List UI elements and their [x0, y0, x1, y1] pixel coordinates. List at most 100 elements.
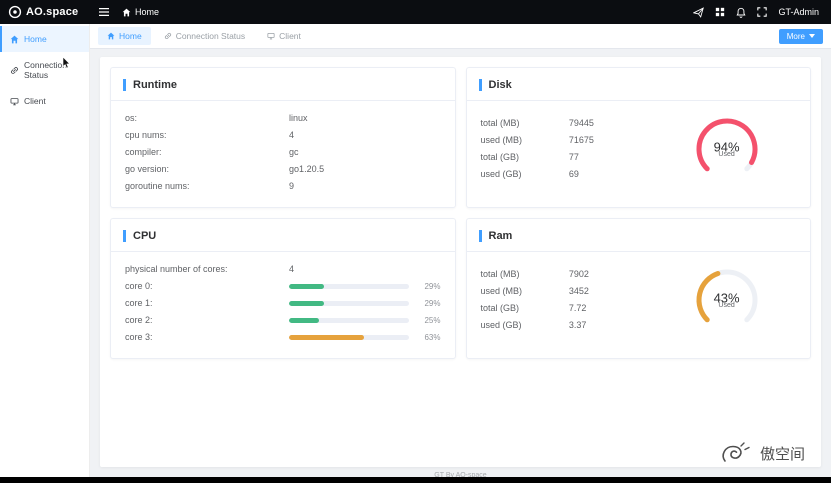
info-row: physical number of cores: 4 [125, 261, 441, 278]
fullscreen-icon[interactable] [757, 7, 768, 17]
ram-usage-gauge: 43% Used [688, 261, 766, 339]
info-row: total (MB) 7902 [481, 266, 658, 283]
link-icon [10, 66, 19, 75]
tab-label: Home [119, 31, 142, 41]
ram-body: total (MB) 7902 used (MB) 3452 total (GB) 7.7… [467, 252, 811, 351]
runtime-card: Runtime os: linux cpu nums: 4 compiler: gc go … [110, 67, 456, 208]
disk-rows: total (MB) 79445 used (MB) 71675 total (GB) 7… [481, 115, 658, 183]
info-row: total (GB) 7.72 [481, 300, 658, 317]
sidebar-item-connection-status[interactable]: Connection Status [0, 52, 89, 88]
info-value: 7.72 [568, 303, 587, 313]
tab-connection-status[interactable]: Connection Status [155, 27, 254, 45]
progress-track [289, 284, 409, 289]
info-label: total (GB) [480, 152, 520, 162]
sidebar: Home Connection Status Client [0, 24, 90, 483]
progress-fill [289, 335, 365, 340]
bell-icon[interactable] [736, 7, 746, 18]
info-label: used (GB) [480, 169, 522, 179]
info-value: 3.37 [568, 320, 587, 330]
progress-percent: 63% [424, 333, 441, 342]
info-label: total (MB) [480, 269, 520, 279]
info-label: compiler: [125, 147, 162, 157]
info-row: go version: go1.20.5 [125, 161, 441, 178]
user-menu[interactable]: GT-Admin [778, 7, 819, 17]
info-value: 77 [568, 152, 579, 162]
hamburger-menu-icon[interactable] [98, 7, 110, 17]
info-row: goroutine nums: 9 [125, 178, 441, 195]
logo-text: AO.space [26, 6, 79, 18]
card-header: Runtime [111, 68, 455, 101]
info-value: 4 [289, 264, 295, 274]
monitor-icon [267, 32, 275, 40]
info-row: used (MB) 71675 [481, 132, 658, 149]
home-icon [107, 32, 115, 40]
info-row: used (GB) 3.37 [481, 317, 658, 334]
info-value: 7902 [568, 269, 589, 279]
home-icon [10, 35, 19, 44]
cpu-core-label: core 1: [125, 298, 153, 308]
sidebar-item-home[interactable]: Home [0, 26, 89, 52]
gauge-label: Used [718, 302, 735, 310]
info-row: total (GB) 77 [481, 149, 658, 166]
info-row: used (MB) 3452 [481, 283, 658, 300]
info-value: 79445 [568, 118, 594, 128]
info-label: cpu nums: [125, 130, 167, 140]
topbar-actions: GT-Admin [693, 6, 831, 18]
tab-client[interactable]: Client [258, 27, 310, 45]
info-label: goroutine nums: [125, 181, 190, 191]
disk-card: Disk total (MB) 79445 used (MB) 71675 total … [465, 67, 811, 208]
info-value: 4 [289, 130, 295, 140]
monitor-icon [10, 97, 19, 106]
grid-icon[interactable] [715, 7, 725, 17]
watermark-text: 傲空间 [759, 446, 805, 463]
progress-fill [289, 318, 319, 323]
send-icon[interactable] [693, 6, 705, 18]
tab-home[interactable]: Home [98, 27, 151, 45]
main-content: Runtime os: linux cpu nums: 4 compiler: gc go … [90, 49, 831, 483]
progress-track [289, 335, 409, 340]
progress-fill [289, 284, 324, 289]
info-label: used (GB) [480, 320, 522, 330]
info-label: os: [125, 113, 138, 123]
ram-card: Ram total (MB) 7902 used (MB) 3452 total (GB… [465, 218, 811, 359]
sidebar-item-label: Home [24, 34, 47, 44]
progress-track [289, 301, 409, 306]
watermark: 傲空间 [719, 440, 805, 467]
card-title: Disk [478, 79, 512, 91]
card-title: Runtime [123, 79, 177, 91]
progress-track [289, 318, 409, 323]
topbar: AO.space Home GT-Admin [0, 0, 831, 24]
info-label: go version: [125, 164, 170, 174]
ram-gauge-area: 43% Used [657, 261, 796, 339]
info-value: go1.20.5 [289, 164, 325, 174]
tab-bar: Home Connection Status Client More [90, 24, 831, 49]
card-title: CPU [123, 230, 157, 242]
sidebar-item-client[interactable]: Client [0, 88, 89, 114]
tab-label: Client [279, 31, 301, 41]
content-area: Home Connection Status Client More Runti… [90, 24, 831, 483]
link-icon [164, 32, 172, 40]
disk-body: total (MB) 79445 used (MB) 71675 total (GB) 7… [467, 101, 811, 200]
info-value: 69 [568, 169, 579, 179]
breadcrumb[interactable]: Home [122, 7, 159, 17]
logo-icon [8, 5, 22, 19]
cpu-core-row: core 2: 25% [125, 312, 441, 329]
progress-fill [289, 301, 324, 306]
info-value: 71675 [568, 135, 594, 145]
more-button[interactable]: More [778, 28, 823, 44]
cpu-core-row: core 1: 29% [125, 295, 441, 312]
bottom-black-strip [0, 477, 831, 483]
info-label: total (MB) [480, 118, 520, 128]
progress-percent: 25% [424, 316, 441, 325]
cpu-static-rows: physical number of cores: 4 [125, 261, 441, 278]
home-icon [122, 8, 131, 17]
card-title: Ram [478, 230, 513, 242]
cpu-core-label: core 3: [125, 332, 153, 342]
info-row: used (GB) 69 [481, 166, 658, 183]
card-grid: Runtime os: linux cpu nums: 4 compiler: gc go … [110, 67, 811, 359]
ram-rows: total (MB) 7902 used (MB) 3452 total (GB) 7.7… [481, 266, 658, 334]
info-row: total (MB) 79445 [481, 115, 658, 132]
disk-usage-gauge: 94% Used [688, 110, 766, 188]
card-header: CPU [111, 219, 455, 252]
card-header: Ram [466, 219, 810, 252]
